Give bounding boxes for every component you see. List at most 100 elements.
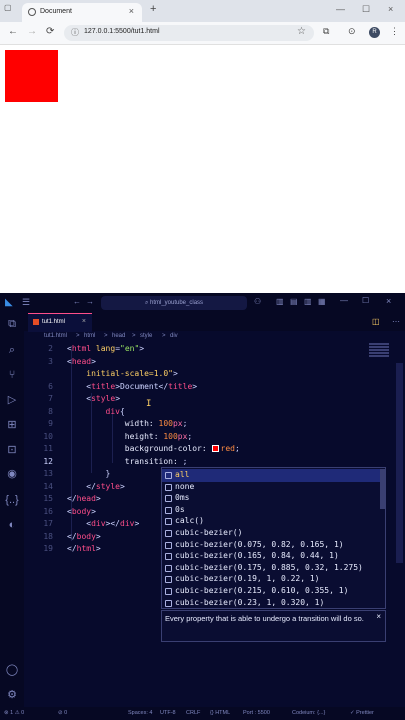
code-line[interactable]: 3 <head>: [24, 356, 405, 369]
menu-icon[interactable]: ☰: [22, 297, 30, 308]
url-text[interactable]: 127.0.0.1:5500/tut1.html: [84, 28, 160, 35]
extensions-icon[interactable]: ⊞: [5, 418, 19, 432]
status-codeium[interactable]: Codeium: {...}: [292, 710, 325, 716]
more-actions-icon[interactable]: ⋯: [392, 317, 400, 326]
remote-explorer-icon[interactable]: ⊡: [5, 443, 19, 457]
browser-sync-icon[interactable]: ⊙: [348, 26, 356, 37]
explorer-icon[interactable]: ⧉: [5, 317, 19, 331]
value-icon: [165, 483, 172, 491]
forward-button[interactable]: →: [27, 26, 37, 37]
bookmark-star-icon[interactable]: ☆: [297, 26, 306, 37]
command-center-search[interactable]: ⌕ html_youtube_class: [101, 296, 247, 310]
globe-icon: [28, 8, 36, 16]
code-token: "en": [120, 344, 140, 353]
tab-search-icon[interactable]: ▢: [4, 3, 16, 15]
line-number: 3: [48, 356, 53, 366]
editor-scrollbar[interactable]: [396, 363, 403, 563]
settings-gear-icon[interactable]: ⚙: [5, 688, 19, 702]
suggest-scrollbar[interactable]: [380, 469, 385, 509]
status-ports[interactable]: ⊘ 0: [58, 710, 67, 716]
source-control-icon[interactable]: ⑂: [5, 368, 19, 382]
reload-button[interactable]: ⟳: [46, 26, 54, 37]
run-debug-icon[interactable]: ▷: [5, 393, 19, 407]
minimize-button[interactable]: —: [340, 296, 348, 305]
tab-tut1-html[interactable]: tut1.html ×: [28, 313, 92, 332]
breadcrumb-file[interactable]: tut1.html: [44, 333, 67, 339]
code-line[interactable]: initial-scale=1.0">: [24, 368, 405, 381]
status-live-server[interactable]: Port : 5500: [243, 710, 270, 716]
code-token: lang: [91, 344, 116, 353]
breadcrumb-html[interactable]: html: [84, 333, 95, 339]
line-number: 19: [43, 544, 53, 553]
code-token: style: [95, 481, 120, 491]
toggle-panel-icon[interactable]: ▤: [290, 297, 298, 306]
address-bar[interactable]: ⓘ 127.0.0.1:5500/tut1.html ☆: [64, 25, 314, 41]
split-editor-icon[interactable]: ◫: [372, 317, 380, 326]
code-line[interactable]: 9 width: 100px;: [24, 418, 405, 431]
maximize-button[interactable]: ☐: [362, 296, 369, 305]
code-token: html: [71, 344, 92, 353]
customize-layout-icon[interactable]: ▦: [318, 297, 326, 306]
live-share-icon[interactable]: ◐: [5, 518, 19, 532]
line-number: 13: [43, 469, 53, 478]
minimap[interactable]: [369, 343, 389, 363]
code-text: <html lang="en">: [67, 343, 144, 356]
code-line[interactable]: 11 background-color: red;: [24, 443, 405, 456]
browser-tab[interactable]: Document ×: [22, 3, 142, 22]
status-errors[interactable]: ⊗ 1 ⚠ 0: [4, 710, 24, 716]
suggest-details: Every property that is able to undergo a…: [161, 610, 386, 642]
status-encoding[interactable]: UTF-8: [160, 710, 176, 716]
maximize-button[interactable]: ☐: [362, 4, 370, 15]
code-token: style: [91, 394, 116, 403]
code-text: <head>: [67, 356, 96, 369]
color-swatch[interactable]: [211, 445, 219, 452]
code-line[interactable]: 6 <title>Document</title>: [24, 381, 405, 394]
code-token: ;: [182, 456, 188, 466]
search-icon[interactable]: ⌕: [5, 343, 19, 357]
toggle-secondary-sidebar-icon[interactable]: ▥: [304, 297, 312, 306]
breadcrumb-head[interactable]: head: [112, 333, 125, 339]
line-number: 16: [43, 506, 53, 516]
back-arrow-icon[interactable]: ←: [73, 297, 81, 306]
close-window-button[interactable]: ×: [388, 4, 393, 14]
minimize-button[interactable]: —: [336, 4, 345, 14]
code-token: head: [76, 494, 96, 503]
code-text: initial-scale=1.0">: [67, 368, 178, 381]
code-line[interactable]: 2 <html lang="en">: [24, 343, 405, 356]
code-line[interactable]: 7 <style>: [24, 393, 405, 406]
close-details-icon[interactable]: ×: [376, 612, 381, 622]
forward-arrow-icon[interactable]: →: [86, 297, 94, 306]
site-info-icon[interactable]: ⓘ: [71, 27, 79, 38]
menu-icon[interactable]: ⋮: [390, 26, 399, 37]
close-tab-icon[interactable]: ×: [82, 318, 86, 325]
code-token: </: [67, 544, 77, 553]
breadcrumb-style[interactable]: style: [140, 333, 152, 339]
line-number: 12: [43, 456, 53, 466]
tab-title: Document: [40, 8, 72, 15]
breadcrumb-div[interactable]: div: [170, 333, 178, 339]
status-bar: ⊗ 1 ⚠ 0 ⊘ 0 Spaces: 4 UTF-8 CRLF {} HTML…: [0, 707, 405, 720]
account-icon[interactable]: ◯: [5, 663, 19, 677]
json-icon[interactable]: {..}: [5, 493, 19, 507]
back-button[interactable]: ←: [8, 26, 18, 37]
codeium-icon[interactable]: ◉: [5, 467, 19, 481]
code-token: {: [119, 406, 125, 416]
status-language[interactable]: {} HTML: [210, 710, 230, 716]
value-icon: [165, 588, 172, 595]
avatar[interactable]: R: [369, 27, 380, 38]
code-line[interactable]: 10 height: 100px;: [24, 431, 405, 444]
line-number: 7: [48, 394, 53, 403]
extensions-icon[interactable]: ⧉: [323, 26, 329, 37]
copilot-icon[interactable]: ⚇: [254, 297, 261, 306]
code-token: 100: [163, 431, 178, 441]
suggestion-item[interactable]: cubic-bezier(0.23, 1, 0.320, 1): [162, 597, 380, 610]
close-window-button[interactable]: ×: [386, 296, 391, 306]
status-eol[interactable]: CRLF: [186, 710, 200, 716]
status-spaces[interactable]: Spaces: 4: [128, 710, 152, 716]
status-prettier[interactable]: ✓ Prettier: [350, 710, 374, 716]
close-tab-icon[interactable]: ×: [129, 6, 134, 16]
code-line[interactable]: 8 div{: [24, 406, 405, 419]
new-tab-button[interactable]: +: [150, 3, 156, 15]
toggle-sidebar-icon[interactable]: ▥: [276, 297, 284, 306]
value-icon: [165, 553, 172, 561]
